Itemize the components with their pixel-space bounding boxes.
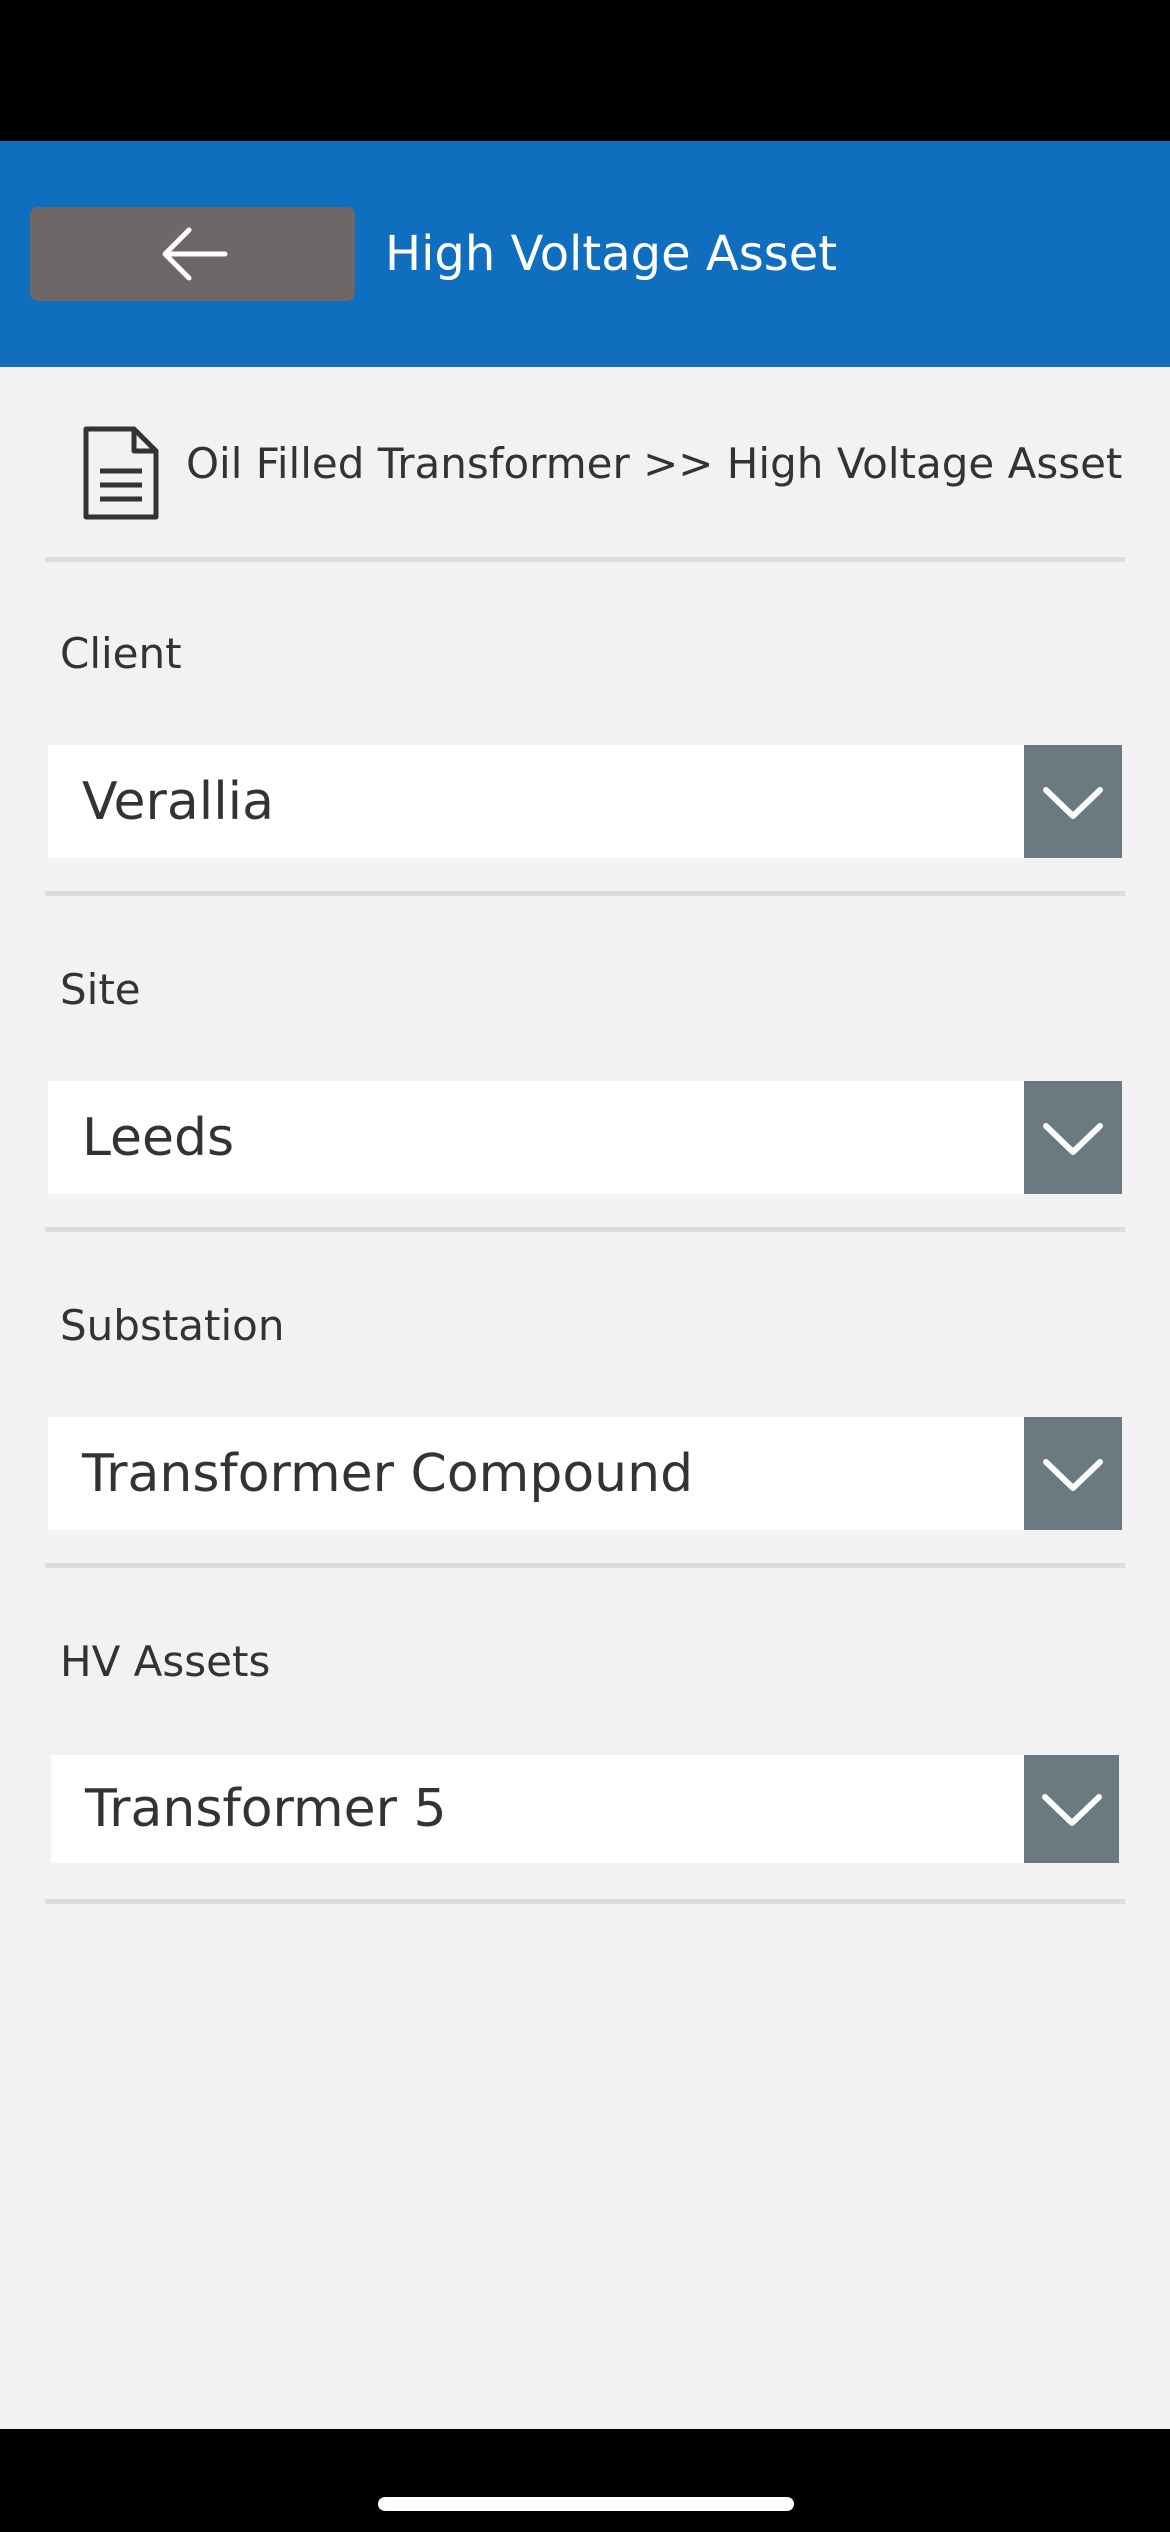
app-header: High Voltage Asset	[0, 141, 1170, 367]
hv-assets-dropdown[interactable]: Transformer 5	[51, 1755, 1119, 1863]
document-icon	[83, 426, 159, 520]
page-title: High Voltage Asset	[385, 226, 838, 282]
substation-value: Transformer Compound	[82, 1443, 694, 1504]
divider	[45, 557, 1125, 562]
hv-assets-dropdown-toggle[interactable]	[1024, 1755, 1119, 1863]
breadcrumb: Oil Filled Transformer >> High Voltage A…	[0, 367, 1170, 559]
hv-assets-label: HV Assets	[60, 1637, 271, 1686]
form-content: Oil Filled Transformer >> High Voltage A…	[0, 367, 1170, 2429]
hv-assets-value: Transformer 5	[85, 1779, 447, 1839]
substation-dropdown[interactable]: Transformer Compound	[48, 1417, 1122, 1530]
client-label: Client	[60, 629, 182, 678]
client-dropdown-toggle[interactable]	[1024, 745, 1122, 858]
divider	[45, 1227, 1125, 1232]
substation-label: Substation	[60, 1301, 285, 1350]
site-dropdown[interactable]: Leeds	[48, 1081, 1122, 1194]
home-indicator[interactable]	[378, 2497, 794, 2511]
back-button[interactable]	[30, 207, 355, 301]
site-value: Leeds	[82, 1107, 235, 1168]
chevron-down-icon	[1043, 1122, 1103, 1155]
divider	[45, 891, 1125, 896]
client-value: Verallia	[82, 771, 274, 832]
site-label: Site	[60, 965, 141, 1014]
divider	[45, 1899, 1125, 1904]
status-bar	[0, 0, 1170, 141]
substation-dropdown-toggle[interactable]	[1024, 1417, 1122, 1530]
client-dropdown[interactable]: Verallia	[48, 745, 1122, 858]
divider	[45, 1563, 1125, 1568]
chevron-down-icon	[1041, 1794, 1102, 1826]
arrow-left-icon	[162, 227, 227, 281]
chevron-down-icon	[1043, 786, 1103, 819]
home-bar-area	[0, 2429, 1170, 2532]
chevron-down-icon	[1043, 1458, 1103, 1491]
site-dropdown-toggle[interactable]	[1024, 1081, 1122, 1194]
breadcrumb-text: Oil Filled Transformer >> High Voltage A…	[186, 438, 1123, 488]
